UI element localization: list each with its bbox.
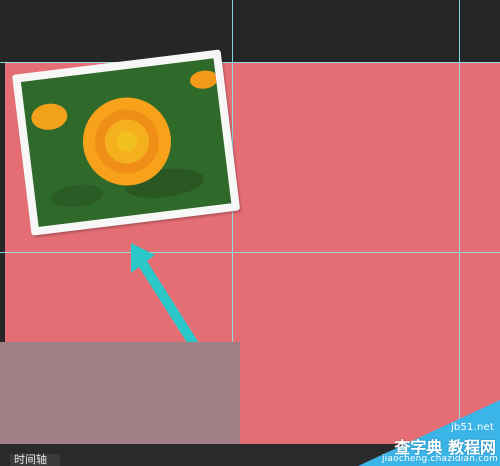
timeline-tab[interactable]: 时间轴 [10,454,60,466]
overlay-box [0,342,240,444]
arrow-icon [131,243,199,349]
workspace-top [0,0,500,62]
guide-vertical-right[interactable] [459,0,460,466]
watermark-line-1: jb51.net [450,422,494,433]
guide-horizontal-middle[interactable] [0,252,500,253]
flower-photo [20,58,232,227]
photo-card[interactable] [12,49,241,236]
watermark: jb51.net 查字典 教程网 jiaocheng.chazidian.com [358,400,500,466]
watermark-line-3: jiaocheng.chazidian.com [382,454,498,464]
guide-horizontal-top[interactable] [0,62,500,63]
